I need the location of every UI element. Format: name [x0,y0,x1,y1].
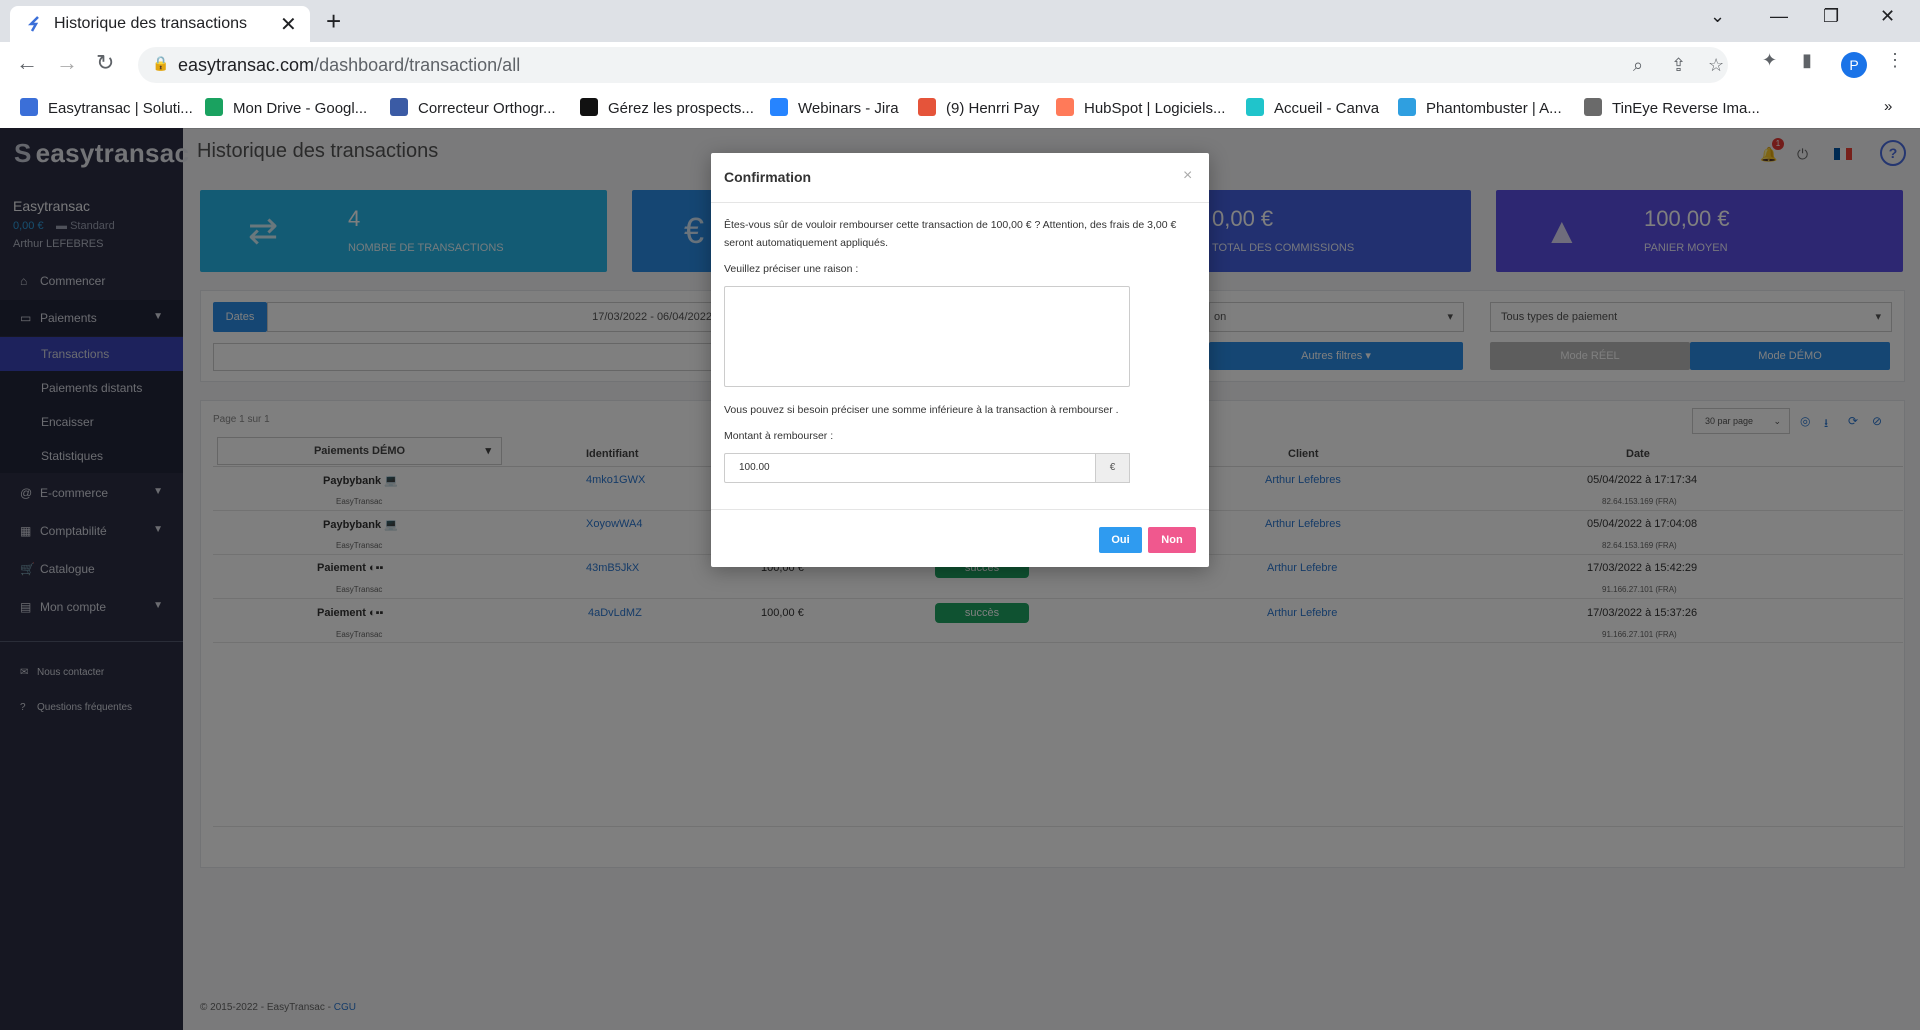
modal-close-icon[interactable]: × [1183,167,1192,185]
bookmark-item[interactable]: Mon Drive - Googl... [205,98,367,117]
tab-close-icon[interactable]: ✕ [280,12,297,37]
bookmark-hubspot-icon [1056,98,1074,116]
window-close-icon[interactable]: ✕ [1880,6,1895,27]
bookmark-correcteur-icon [390,98,408,116]
minimize-icon[interactable]: — [1770,6,1788,27]
reload-icon[interactable]: ↻ [96,50,114,76]
confirmation-modal: Confirmation × Êtes-vous sûr de vouloir … [711,153,1209,567]
lock-icon: 🔒 [152,55,170,71]
bookmark-phantombuster-icon [1398,98,1416,116]
browser-tab-active[interactable]: Historique des transactions ✕ [10,6,310,42]
bookmark-item[interactable]: Webinars - Jira [770,98,899,117]
bookmark-item[interactable]: Correcteur Orthogr... [390,98,556,117]
bookmark-item[interactable]: TinEye Reverse Ima... [1584,98,1760,117]
amount-hint: Vous pouvez si besoin préciser une somme… [724,404,1119,416]
restore-icon[interactable]: ❐ [1823,6,1839,27]
zoom-icon[interactable]: ⌕ [1633,55,1643,76]
bookmark-prospects-icon [580,98,598,116]
reason-textarea[interactable] [724,286,1130,387]
currency-addon: € [1096,453,1130,483]
bookmark-henrri-icon [918,98,936,116]
yes-button[interactable]: Oui [1099,527,1142,553]
bookmark-item[interactable]: Gérez les prospects... [580,98,754,117]
bookmark-item[interactable]: Phantombuster | A... [1398,98,1562,117]
url-text: easytransac.com/dashboard/transaction/al… [178,55,521,75]
tab-search-icon[interactable]: ⌄ [1710,6,1725,27]
share-icon[interactable]: ⇪ [1671,55,1686,76]
no-button[interactable]: Non [1148,527,1196,553]
modal-title: Confirmation [724,169,812,185]
bookmark-star-icon[interactable]: ☆ [1708,55,1724,76]
modal-footer-divider [711,509,1209,510]
bookmarks-overflow-icon[interactable]: » [1884,98,1892,115]
bookmark-drive-icon [205,98,223,116]
bookmark-easytransac-icon [20,98,38,116]
new-tab-icon[interactable]: + [326,6,341,37]
bookmarks-bar: Easytransac | Soluti... Mon Drive - Goog… [0,88,1920,129]
tab-title: Historique des transactions [54,15,247,32]
bookmark-item[interactable]: HubSpot | Logiciels... [1056,98,1225,117]
bookmark-item[interactable]: Easytransac | Soluti... [20,98,193,117]
extensions-icon[interactable]: ✦ [1762,50,1777,71]
forward-icon[interactable]: → [56,50,78,76]
menu-icon[interactable]: ⋮ [1886,50,1904,71]
bookmark-item[interactable]: (9) Henrri Pay [918,98,1039,117]
reason-label: Veuillez préciser une raison : [724,263,859,275]
easytransac-favicon-icon [27,16,39,32]
amount-label: Montant à rembourser : [724,430,834,442]
side-panel-icon[interactable]: ▮ [1802,50,1812,71]
modal-header-divider [711,202,1209,203]
bookmark-item[interactable]: Accueil - Canva [1246,98,1379,117]
browser-toolbar: ← → ↻ 🔒 easytransac.com/dashboard/transa… [0,42,1920,88]
modal-message: Êtes-vous sûr de vouloir rembourser cett… [724,219,1177,249]
profile-avatar[interactable]: P [1841,52,1867,78]
address-bar[interactable]: 🔒 easytransac.com/dashboard/transaction/… [138,47,1728,83]
back-icon[interactable]: ← [16,50,38,76]
bookmark-jira-icon [770,98,788,116]
bookmark-tineye-icon [1584,98,1602,116]
browser-tab-bar: Historique des transactions ✕ + ⌄ — ❐ ✕ [0,0,1920,42]
refund-amount-input[interactable]: 100.00 [724,453,1096,483]
bookmark-canva-icon [1246,98,1264,116]
